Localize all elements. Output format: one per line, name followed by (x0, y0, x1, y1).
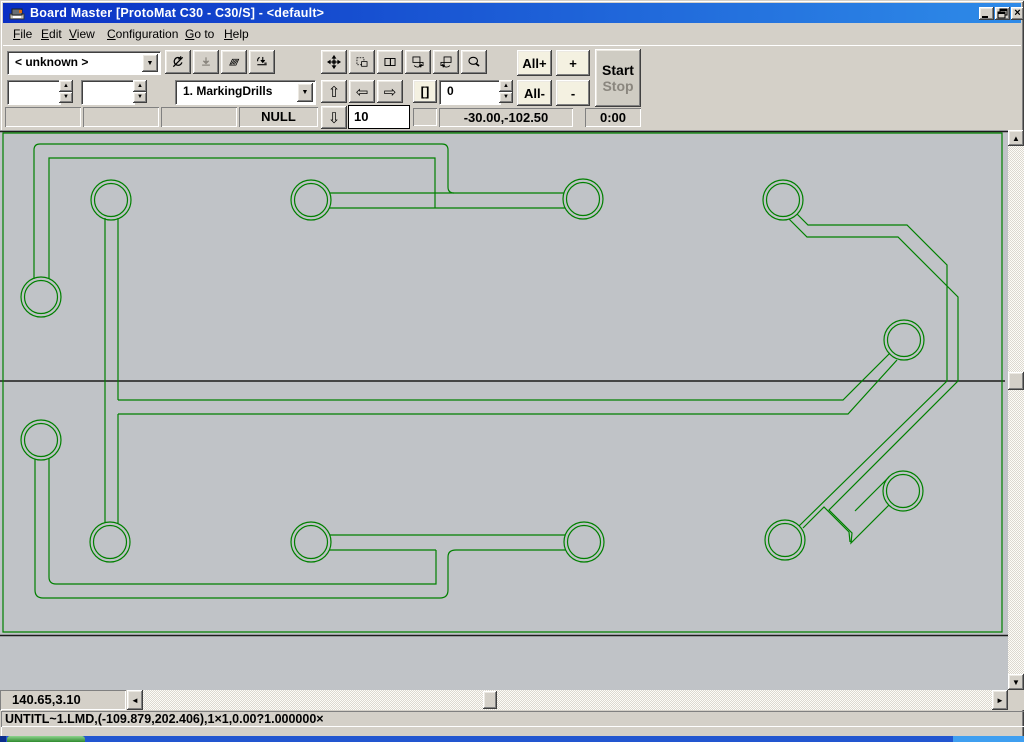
status-cell-2 (83, 107, 159, 127)
status-cell-1 (5, 107, 81, 127)
spinner-up-icon[interactable]: ▲ (499, 80, 513, 92)
chevron-down-icon[interactable]: ▼ (297, 83, 313, 102)
spinner-down-icon[interactable]: ▼ (499, 92, 513, 104)
app-icon (9, 6, 25, 20)
move-up-button[interactable]: ⇧ (321, 80, 347, 103)
v-scroll-thumb[interactable] (1008, 372, 1024, 390)
taskbar-start-button[interactable] (7, 736, 85, 742)
step-size-value: 0 (447, 84, 454, 98)
menu-bar: File EditView ConfigurationGo to Help (3, 24, 1021, 44)
zoom-icon[interactable] (461, 50, 487, 74)
move-left-button[interactable]: ⇦ (349, 80, 375, 103)
scroll-up-icon[interactable]: ▲ (1008, 130, 1024, 146)
start-label: Start (602, 62, 634, 78)
spinner-up-icon[interactable]: ▲ (133, 80, 147, 92)
spinner-up-icon[interactable]: ▲ (59, 80, 73, 92)
phase-selector-combobox[interactable]: 1. MarkingDrills ▼ (175, 80, 316, 105)
rotate-right-icon[interactable] (433, 50, 459, 74)
taskbar-edge (0, 736, 1024, 742)
move-down-button[interactable]: ⇩ (321, 106, 347, 129)
title-bar[interactable]: Board Master [ProtoMat C30 - C30/S] - <d… (3, 3, 1021, 23)
spinner-down-icon[interactable]: ▼ (59, 92, 73, 104)
x-coordinate-field[interactable] (7, 80, 61, 105)
vertical-scrollbar[interactable]: ▲ ▼ (1008, 130, 1024, 690)
v-scroll-track[interactable] (1008, 146, 1024, 674)
menu-edit[interactable]: Edit (39, 26, 64, 42)
app-window: Board Master [ProtoMat C30 - C30/S] - <d… (0, 0, 1024, 742)
menu-go-to[interactable]: Go to (183, 26, 216, 42)
all-plus-button[interactable]: All+ (517, 50, 552, 76)
move-icon[interactable] (321, 50, 347, 74)
status-bar: UNTITL~1.LMD,(-109.879,202.406),1×1,0.00… (1, 711, 1024, 727)
tool-status-cell: NULL (239, 107, 318, 127)
y-coordinate-spinner[interactable]: ▲ ▼ (133, 80, 147, 103)
toolbar: < unknown > ▼ All+ + All- - Start Stop ▲… (3, 45, 1021, 131)
start-stop-button[interactable]: Start Stop (595, 49, 641, 107)
scroll-left-icon[interactable]: ◄ (127, 690, 143, 710)
h-scroll-track[interactable] (143, 690, 992, 710)
phase-selector-value: 1. MarkingDrills (183, 84, 272, 98)
spindle-toggle-icon[interactable] (165, 50, 191, 74)
brackets-button[interactable]: [] (413, 80, 437, 103)
spinner-down-icon[interactable]: ▼ (133, 92, 147, 104)
taskbar-tray (953, 736, 1024, 742)
mill-head-icon[interactable] (249, 50, 275, 74)
board-canvas[interactable] (0, 130, 1008, 690)
cursor-position-cell: 140.65,3.10 (0, 690, 126, 710)
scrollbar-corner (1008, 690, 1024, 710)
window-title: Board Master [ProtoMat C30 - C30/S] - <d… (30, 6, 324, 20)
move-right-button[interactable]: ⇨ (377, 80, 403, 103)
taskbar-corner (0, 736, 6, 742)
status-cell-3 (161, 107, 237, 127)
head-selector-combobox[interactable]: < unknown > ▼ (7, 51, 161, 75)
head-selector-value: < unknown > (15, 55, 88, 69)
all-minus-button[interactable]: All- (517, 80, 552, 106)
menu-help[interactable]: Help (222, 26, 251, 42)
step-size-field[interactable]: 0 (439, 80, 501, 105)
minus-button[interactable]: - (556, 80, 590, 106)
close-button[interactable]: × (1011, 7, 1024, 20)
x-coordinate-spinner[interactable]: ▲ ▼ (59, 80, 73, 103)
scroll-down-icon[interactable]: ▼ (1008, 674, 1024, 690)
rotate-left-icon[interactable] (405, 50, 431, 74)
status-cell-small (413, 108, 437, 126)
plus-button[interactable]: + (556, 50, 590, 76)
restore-button[interactable] (995, 7, 1010, 20)
minimize-button[interactable] (979, 7, 994, 20)
menu-view[interactable]: View (67, 26, 97, 42)
rubout-area-icon[interactable] (221, 50, 247, 74)
feed-rate-field[interactable]: 10 (348, 105, 410, 129)
select-copy-icon[interactable] (349, 50, 375, 74)
machine-position-cell: -30.00,-102.50 (439, 108, 573, 127)
duplicate-icon[interactable] (377, 50, 403, 74)
chevron-down-icon[interactable]: ▼ (142, 54, 158, 72)
h-scroll-thumb[interactable] (483, 691, 497, 709)
menu-configuration[interactable]: Configuration (105, 26, 180, 42)
tool-lower-icon[interactable] (193, 50, 219, 74)
menu-file[interactable]: File (11, 26, 34, 42)
stop-label: Stop (602, 78, 633, 94)
y-coordinate-field[interactable] (81, 80, 135, 105)
step-size-spinner[interactable]: ▲ ▼ (499, 80, 513, 103)
elapsed-time-cell: 0:00 (585, 108, 641, 127)
scroll-right-icon[interactable]: ► (992, 690, 1008, 710)
pcb-artwork (0, 130, 1008, 690)
